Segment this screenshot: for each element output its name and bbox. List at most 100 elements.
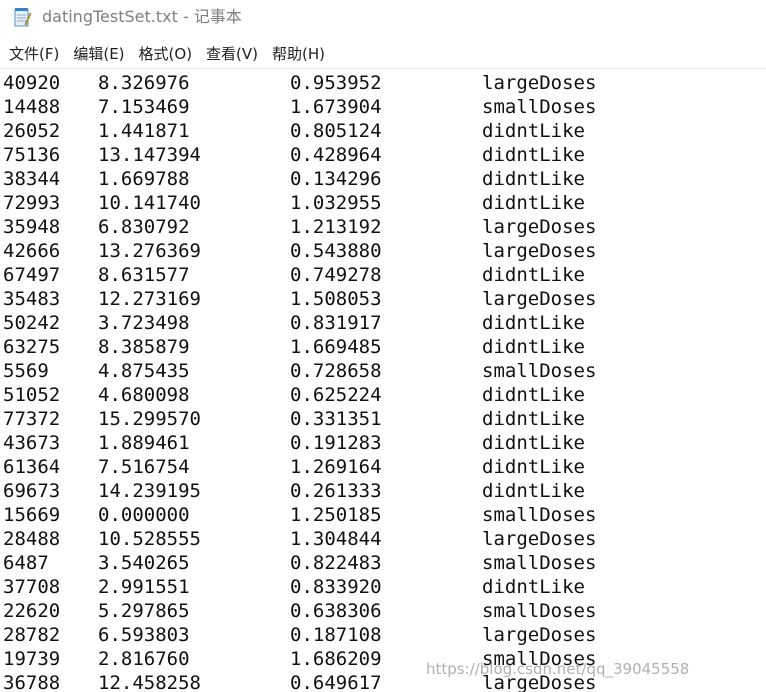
text-line: 61364 7.516754 1.269164 didntLike [3,455,763,479]
menu-edit[interactable]: 编辑(E) [73,40,124,68]
text-line: 5569 4.875435 0.728658 smallDoses [3,359,763,383]
text-line-field-0: 5569 [3,360,49,382]
text-line-field-3: smallDoses [482,360,597,382]
text-line-field-2: 0.331351 [290,408,382,430]
text-line-field-0: 26052 [3,120,61,142]
text-line: 69673 14.239195 0.261333 didntLike [3,479,763,503]
text-line-field-2: 0.625224 [290,384,382,406]
text-line-field-2: 0.638306 [290,600,382,622]
text-line-field-2: 1.304844 [290,528,382,550]
text-line-field-2: 0.831917 [290,312,382,334]
menu-file[interactable]: 文件(F) [9,40,59,68]
text-line-field-1: 12.273169 [98,288,201,310]
menu-view[interactable]: 查看(V) [206,40,258,68]
text-line: 28488 10.528555 1.304844 largeDoses [3,527,763,551]
text-line-field-0: 61364 [3,456,61,478]
text-line-field-3: didntLike [482,408,585,430]
text-line-field-1: 7.516754 [98,456,190,478]
text-line-field-0: 43673 [3,432,61,454]
text-line-field-3: smallDoses [482,552,597,574]
text-line-field-2: 0.728658 [290,360,382,382]
text-line-field-2: 1.508053 [290,288,382,310]
text-line: 75136 13.147394 0.428964 didntLike [3,143,763,167]
text-line-field-1: 8.385879 [98,336,190,358]
text-line: 19739 2.816760 1.686209 smallDoses [3,647,763,671]
text-line-field-0: 19739 [3,648,61,670]
text-line-field-1: 13.147394 [98,144,201,166]
text-line-field-0: 77372 [3,408,61,430]
text-line-field-3: largeDoses [482,624,597,646]
text-line: 40920 8.326976 0.953952 largeDoses [3,71,763,95]
text-line-field-2: 1.032955 [290,192,382,214]
text-line: 37708 2.991551 0.833920 didntLike [3,575,763,599]
text-line-field-2: 1.673904 [290,96,382,118]
text-line-field-3: didntLike [482,168,585,190]
text-line-field-1: 15.299570 [98,408,201,430]
text-line: 51052 4.680098 0.625224 didntLike [3,383,763,407]
text-line-field-0: 22620 [3,600,61,622]
menu-help[interactable]: 帮助(H) [272,40,325,68]
text-editor-area[interactable]: 40920 8.326976 0.953952 largeDoses 14488 7.15… [0,71,766,692]
text-line-field-3: didntLike [482,312,585,334]
text-line-field-2: 0.187108 [290,624,382,646]
text-line-field-0: 69673 [3,480,61,502]
text-line-field-1: 4.875435 [98,360,190,382]
text-line-field-1: 13.276369 [98,240,201,262]
text-line-field-2: 0.649617 [290,672,382,692]
text-line: 63275 8.385879 1.669485 didntLike [3,335,763,359]
menu-format[interactable]: 格式(O) [139,40,193,68]
text-line-field-3: smallDoses [482,96,597,118]
text-line: 72993 10.141740 1.032955 didntLike [3,191,763,215]
text-line-field-0: 14488 [3,96,61,118]
text-line-field-0: 72993 [3,192,61,214]
text-line-field-0: 15669 [3,504,61,526]
text-content: 40920 8.326976 0.953952 largeDoses 14488 7.15… [3,71,763,692]
text-line-field-1: 4.680098 [98,384,190,406]
text-line: 26052 1.441871 0.805124 didntLike [3,119,763,143]
text-line-field-0: 40920 [3,72,61,94]
text-line-field-2: 0.261333 [290,480,382,502]
text-line: 35483 12.273169 1.508053 largeDoses [3,287,763,311]
text-line: 6487 3.540265 0.822483 smallDoses [3,551,763,575]
text-line: 14488 7.153469 1.673904 smallDoses [3,95,763,119]
text-line-field-1: 8.631577 [98,264,190,286]
text-line-field-3: didntLike [482,432,585,454]
text-line-field-1: 14.239195 [98,480,201,502]
text-line: 36788 12.458258 0.649617 largeDoses [3,671,763,692]
text-line-field-3: didntLike [482,120,585,142]
text-line-field-0: 50242 [3,312,61,334]
title-bar: datingTestSet.txt - 记事本 [0,0,766,38]
text-line-field-1: 10.528555 [98,528,201,550]
text-line-field-2: 0.749278 [290,264,382,286]
text-line-field-2: 1.250185 [290,504,382,526]
text-line-field-3: largeDoses [482,288,597,310]
text-line-field-3: largeDoses [482,216,597,238]
text-line: 28782 6.593803 0.187108 largeDoses [3,623,763,647]
text-line: 22620 5.297865 0.638306 smallDoses [3,599,763,623]
text-line-field-0: 63275 [3,336,61,358]
text-line: 42666 13.276369 0.543880 largeDoses [3,239,763,263]
text-line-field-3: smallDoses [482,504,597,526]
text-line-field-0: 36788 [3,672,61,692]
text-line-field-1: 0.000000 [98,504,190,526]
text-line-field-0: 38344 [3,168,61,190]
text-line: 15669 0.000000 1.250185 smallDoses [3,503,763,527]
text-line-field-0: 28488 [3,528,61,550]
text-line-field-1: 1.669788 [98,168,190,190]
text-line-field-1: 6.593803 [98,624,190,646]
text-line-field-1: 8.326976 [98,72,190,94]
text-line-field-3: didntLike [482,456,585,478]
text-line-field-0: 42666 [3,240,61,262]
text-line-field-1: 7.153469 [98,96,190,118]
text-line: 38344 1.669788 0.134296 didntLike [3,167,763,191]
text-line-field-1: 5.297865 [98,600,190,622]
text-line-field-0: 67497 [3,264,61,286]
text-line-field-3: largeDoses [482,72,597,94]
menu-bar: 文件(F) 编辑(E) 格式(O) 查看(V) 帮助(H) [0,40,766,69]
text-line: 35948 6.830792 1.213192 largeDoses [3,215,763,239]
text-line-field-3: smallDoses [482,648,597,670]
text-line-field-2: 1.269164 [290,456,382,478]
text-line: 67497 8.631577 0.749278 didntLike [3,263,763,287]
text-line-field-0: 75136 [3,144,61,166]
text-line-field-2: 0.191283 [290,432,382,454]
